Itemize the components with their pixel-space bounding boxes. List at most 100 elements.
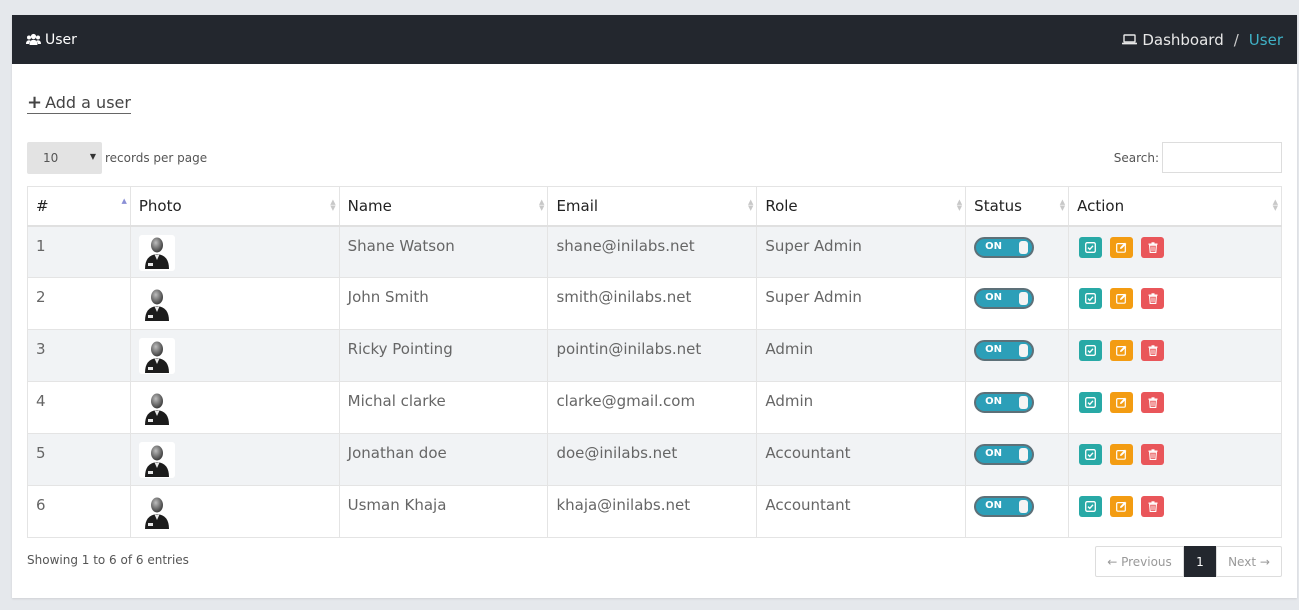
view-button[interactable] xyxy=(1079,340,1103,361)
cell-status: ON xyxy=(965,329,1070,382)
search-input[interactable] xyxy=(1162,142,1282,173)
add-user-link[interactable]: + Add a user xyxy=(27,93,131,114)
table-row: 5 Jonathan doe doe@inilabs.net Accountan… xyxy=(27,433,1282,486)
cell-name: Shane Watson xyxy=(338,225,549,278)
table-header-row: # ▲ Photo ▲ ▼ Name ▲ ▼ Email ▲ ▼ Role ▲ ▼ Status ▲… xyxy=(27,186,1282,227)
column-header-photo[interactable]: Photo ▲ ▼ xyxy=(129,186,340,227)
check-square-icon xyxy=(1085,345,1097,356)
view-button[interactable] xyxy=(1079,496,1103,517)
toggle-knob xyxy=(1019,344,1029,357)
user-photo xyxy=(138,390,175,426)
cell-role: Accountant xyxy=(756,433,967,486)
cell-photo xyxy=(129,433,340,486)
user-avatar-icon xyxy=(144,237,169,269)
action-buttons xyxy=(1079,288,1281,309)
status-toggle[interactable]: ON xyxy=(974,288,1035,309)
page-length-select[interactable]: 10 ▼ xyxy=(27,142,102,174)
action-buttons xyxy=(1079,392,1281,413)
breadcrumb-dashboard[interactable]: Dashboard xyxy=(1142,31,1223,49)
cell-name: Michal clarke xyxy=(338,381,549,434)
column-header-email[interactable]: Email ▲ ▼ xyxy=(547,186,758,227)
sort-icon: ▲ ▼ xyxy=(1272,198,1278,212)
status-toggle[interactable]: ON xyxy=(974,392,1035,413)
cell-status: ON xyxy=(965,485,1070,538)
user-photo xyxy=(138,442,175,478)
add-user-label: Add a user xyxy=(45,93,131,112)
cell-actions xyxy=(1068,225,1282,278)
status-toggle[interactable]: ON xyxy=(974,444,1035,465)
cell-email: khaja@inilabs.net xyxy=(547,485,758,538)
status-toggle-label: ON xyxy=(985,396,1003,407)
column-header-action[interactable]: Action ▲ ▼ xyxy=(1068,186,1282,227)
column-header-status[interactable]: Status ▲ ▼ xyxy=(965,186,1070,227)
user-photo xyxy=(138,338,175,374)
trash-icon xyxy=(1148,345,1158,356)
status-toggle-label: ON xyxy=(985,240,1003,252)
cell-email: clarke@gmail.com xyxy=(547,381,758,434)
current-page-button[interactable]: 1 xyxy=(1184,546,1216,577)
view-button[interactable] xyxy=(1079,392,1103,413)
view-button[interactable] xyxy=(1079,444,1103,465)
delete-button[interactable] xyxy=(1141,340,1165,361)
column-header-number[interactable]: # ▲ xyxy=(27,186,131,227)
edit-button[interactable] xyxy=(1110,288,1134,309)
cell-photo xyxy=(129,381,340,434)
action-buttons xyxy=(1079,444,1281,465)
table-row: 6 Usman Khaja khaja@inilabs.net Accounta… xyxy=(27,485,1282,538)
cell-name: Jonathan doe xyxy=(338,433,549,486)
next-page-button[interactable]: Next → xyxy=(1216,546,1282,577)
view-button[interactable] xyxy=(1079,236,1103,258)
delete-button[interactable] xyxy=(1141,288,1165,309)
pagination: ← Previous 1 Next → xyxy=(1095,546,1282,577)
user-avatar-icon xyxy=(144,445,169,477)
edit-button[interactable] xyxy=(1110,392,1134,413)
table-info: Showing 1 to 6 of 6 entries xyxy=(27,553,189,567)
action-buttons xyxy=(1079,496,1281,517)
cell-status: ON xyxy=(965,433,1070,486)
edit-button[interactable] xyxy=(1110,236,1134,258)
cell-email: pointin@inilabs.net xyxy=(547,329,758,382)
status-toggle[interactable]: ON xyxy=(974,340,1035,361)
trash-icon xyxy=(1148,449,1158,460)
edit-icon xyxy=(1116,242,1127,253)
check-square-icon xyxy=(1085,397,1097,408)
sort-asc-icon: ▲ xyxy=(121,197,127,205)
trash-icon xyxy=(1148,501,1158,512)
search-control: Search: xyxy=(1114,142,1282,173)
table-row: 4 Michal clarke clarke@gmail.com Admin O… xyxy=(27,381,1282,434)
cell-photo xyxy=(129,277,340,330)
delete-button[interactable] xyxy=(1141,392,1165,413)
user-avatar-icon xyxy=(144,341,169,373)
table-body: 1 Shane Watson shane@inilabs.net Super A… xyxy=(27,225,1282,538)
table-row: 2 John Smith smith@inilabs.net Super Adm… xyxy=(27,277,1282,330)
cell-email: shane@inilabs.net xyxy=(547,225,758,278)
delete-button[interactable] xyxy=(1141,496,1165,517)
cell-name: John Smith xyxy=(338,277,549,330)
view-button[interactable] xyxy=(1079,288,1103,309)
cell-actions xyxy=(1068,485,1282,538)
status-toggle[interactable]: ON xyxy=(974,496,1035,517)
column-header-role[interactable]: Role ▲ ▼ xyxy=(756,186,967,227)
caret-down-icon: ▼ xyxy=(89,152,96,161)
action-buttons xyxy=(1079,236,1281,258)
edit-button[interactable] xyxy=(1110,444,1134,465)
previous-page-button[interactable]: ← Previous xyxy=(1095,546,1184,577)
edit-button[interactable] xyxy=(1110,340,1134,361)
edit-icon xyxy=(1116,293,1127,304)
edit-button[interactable] xyxy=(1110,496,1134,517)
cell-role: Admin xyxy=(756,381,967,434)
toggle-knob xyxy=(1019,240,1029,254)
toggle-knob xyxy=(1019,292,1029,305)
cell-photo xyxy=(129,485,340,538)
delete-button[interactable] xyxy=(1141,444,1165,465)
sort-icon: ▲ ▼ xyxy=(330,198,336,212)
status-toggle-label: ON xyxy=(985,344,1003,355)
delete-button[interactable] xyxy=(1141,236,1165,258)
cell-actions xyxy=(1068,381,1282,434)
cell-number: 3 xyxy=(27,329,131,382)
user-avatar-icon xyxy=(144,289,169,321)
cell-actions xyxy=(1068,433,1282,486)
status-toggle[interactable]: ON xyxy=(974,236,1035,258)
column-header-name[interactable]: Name ▲ ▼ xyxy=(338,186,549,227)
cell-number: 2 xyxy=(27,277,131,330)
